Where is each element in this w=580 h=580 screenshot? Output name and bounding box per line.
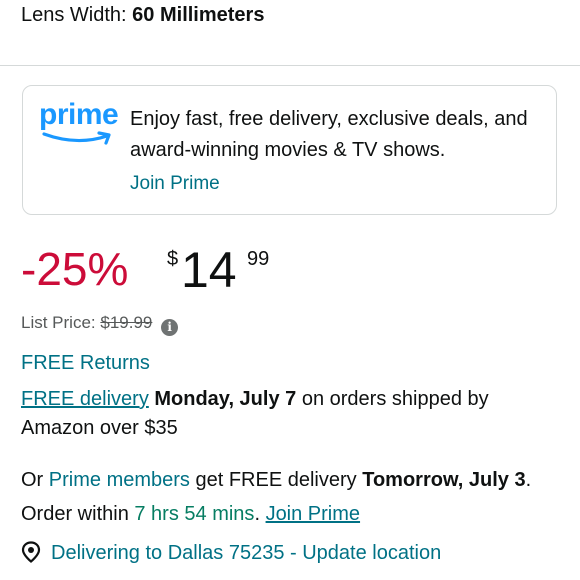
location-text: Delivering to Dallas 75235 - Update loca… <box>51 542 442 564</box>
delivery-info: FREE delivery Monday, July 7 on orders s… <box>21 385 561 443</box>
free-returns-link[interactable]: FREE Returns <box>21 350 150 376</box>
divider <box>0 65 580 66</box>
prime-logo: prime <box>39 100 119 156</box>
lens-width-spec: Lens Width: 60 Millimeters <box>21 2 264 28</box>
prime-delivery-info: Or Prime members get FREE delivery Tomor… <box>21 463 566 531</box>
countdown-period: . <box>254 503 260 525</box>
location-pin-icon <box>21 541 41 563</box>
info-icon[interactable]: i <box>161 319 179 336</box>
price-whole: 14 <box>181 242 237 298</box>
join-prime-inline-link[interactable]: Join Prime <box>266 503 360 525</box>
price-fraction: 99 <box>247 248 270 270</box>
delivery-location[interactable]: Delivering to Dallas 75235 - Update loca… <box>21 540 441 566</box>
list-price-value: $19.99 <box>100 313 153 332</box>
discount-percent: -25% <box>21 243 129 295</box>
spec-value: 60 Millimeters <box>132 4 265 26</box>
prime-delivery-date: Tomorrow, July 3 <box>362 469 526 491</box>
spec-label: Lens Width: <box>21 4 127 26</box>
prime-members-link[interactable]: Prime members <box>49 469 190 491</box>
list-price-label: List Price: <box>21 313 96 332</box>
free-delivery-link[interactable]: FREE delivery <box>21 388 149 410</box>
prime-banner: prime Enjoy fast, free delivery, exclusi… <box>22 85 557 215</box>
order-countdown: 7 hrs 54 mins <box>134 503 255 525</box>
prime-smile-icon <box>42 131 111 145</box>
list-price: List Price: $19.99 i <box>21 312 179 336</box>
prime-delivery-prefix: Or <box>21 469 44 491</box>
join-prime-link[interactable]: Join Prime <box>130 171 220 197</box>
currency-symbol: $ <box>167 248 179 270</box>
prime-delivery-text: get FREE delivery <box>195 469 357 491</box>
delivery-date: Monday, July 7 <box>154 388 297 410</box>
prime-banner-text: Enjoy fast, free delivery, exclusive dea… <box>130 108 528 161</box>
prime-logo-text: prime <box>39 98 119 131</box>
